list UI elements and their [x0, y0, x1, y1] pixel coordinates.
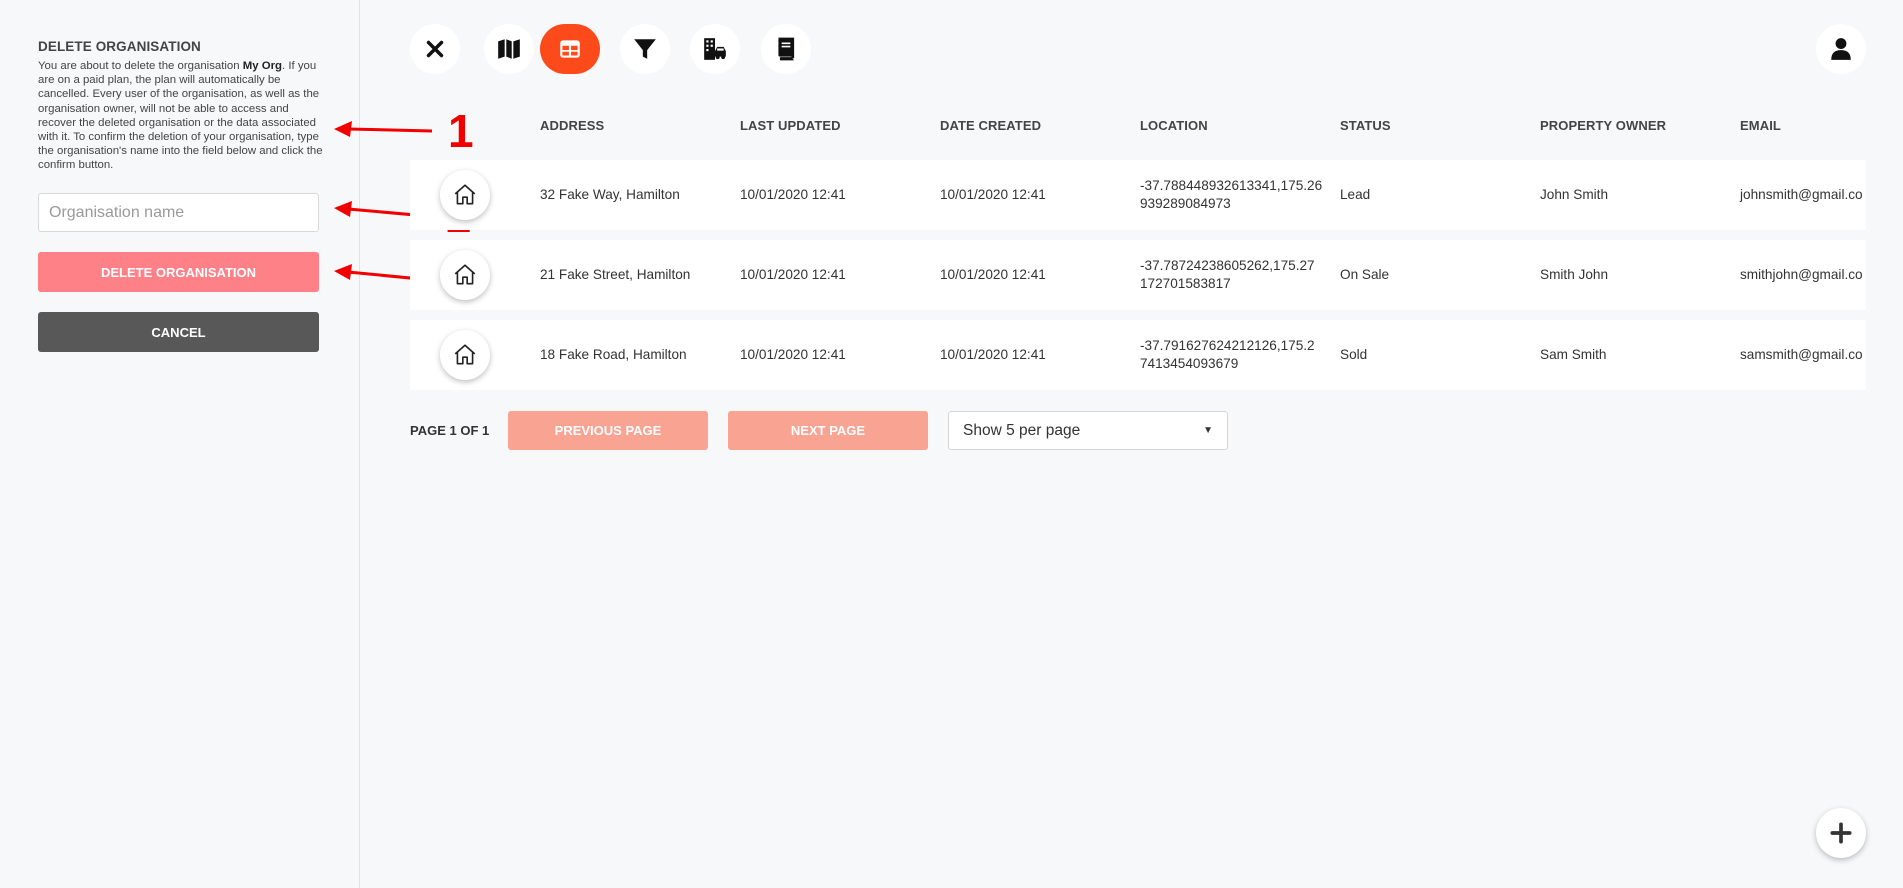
plus-icon — [1830, 822, 1852, 844]
cancel-button[interactable]: CANCEL — [38, 312, 319, 352]
map-icon — [498, 39, 520, 59]
building-car-icon — [704, 38, 726, 60]
column-header-email[interactable]: EMAIL — [1740, 118, 1781, 133]
column-header-date-created[interactable]: DATE CREATED — [940, 118, 1041, 133]
cell-email: smithjohn@gmail.co — [1740, 267, 1863, 282]
profile-button[interactable] — [1816, 24, 1866, 74]
cell-address: 32 Fake Way, Hamilton — [540, 187, 680, 202]
cell-location: -37.788448932613341,175.26 939289084973 — [1140, 177, 1322, 213]
column-header-location[interactable]: LOCATION — [1140, 118, 1208, 133]
cell-date-created: 10/01/2020 12:41 — [940, 187, 1046, 202]
per-page-select[interactable]: Show 5 per page ▼ — [948, 411, 1228, 450]
cell-last-updated: 10/01/2020 12:41 — [740, 347, 846, 362]
cell-owner: John Smith — [1540, 187, 1609, 202]
cell-owner: Sam Smith — [1540, 347, 1607, 362]
location-line-1: -37.78724238605262,175.27 — [1140, 258, 1315, 273]
cell-address: 21 Fake Street, Hamilton — [540, 267, 691, 282]
map-view-button[interactable] — [484, 24, 534, 74]
cell-location: -37.78724238605262,175.27 172701583817 — [1140, 257, 1315, 293]
cell-address: 18 Fake Road, Hamilton — [540, 347, 687, 362]
column-header-status[interactable]: STATUS — [1340, 118, 1391, 133]
filter-button[interactable] — [620, 24, 670, 74]
location-line-2: 939289084973 — [1140, 196, 1231, 211]
cell-status: On Sale — [1340, 267, 1390, 282]
table-row[interactable]: 21 Fake Street, Hamilton 10/01/2020 12:4… — [410, 240, 1866, 310]
cell-last-updated: 10/01/2020 12:41 — [740, 187, 846, 202]
annotation-number-1: 1 — [448, 105, 474, 157]
property-home-button[interactable] — [440, 330, 490, 380]
chevron-down-icon: ▼ — [1203, 425, 1213, 436]
panel-title: DELETE ORGANISATION — [38, 39, 201, 54]
home-icon — [454, 344, 476, 365]
book-icon — [778, 37, 795, 61]
location-line-2: 7413454093679 — [1140, 356, 1239, 371]
home-icon — [454, 264, 476, 285]
cell-owner: Smith John — [1540, 267, 1609, 282]
cell-email: samsmith@gmail.co — [1740, 347, 1863, 362]
column-header-property-owner[interactable]: PROPERTY OWNER — [1540, 118, 1666, 133]
table-row[interactable]: 18 Fake Road, Hamilton 10/01/2020 12:41 … — [410, 320, 1866, 390]
cell-date-created: 10/01/2020 12:41 — [940, 267, 1046, 282]
cell-last-updated: 10/01/2020 12:41 — [740, 267, 846, 282]
organisation-name: My Org — [242, 60, 283, 72]
property-home-button[interactable] — [440, 170, 490, 220]
table-view-button[interactable] — [540, 24, 600, 74]
column-header-last-updated[interactable]: LAST UPDATED — [740, 118, 841, 133]
description-start: You are about to delete the organisation — [38, 60, 243, 72]
location-line-2: 172701583817 — [1140, 276, 1231, 291]
panel-description: You are about to delete the organisation… — [38, 59, 323, 173]
property-home-button[interactable] — [440, 250, 490, 300]
close-icon — [426, 40, 444, 58]
table-icon — [560, 40, 580, 58]
column-header-address[interactable]: ADDRESS — [540, 118, 604, 133]
properties-button[interactable] — [690, 24, 740, 74]
location-line-1: -37.791627624212126,175.2 — [1140, 338, 1315, 353]
home-icon — [454, 184, 476, 205]
cell-date-created: 10/01/2020 12:41 — [940, 347, 1046, 362]
filter-icon — [634, 39, 656, 59]
page-indicator: PAGE 1 OF 1 — [410, 423, 490, 438]
guide-button[interactable] — [761, 24, 811, 74]
organisation-name-input[interactable] — [38, 193, 319, 232]
cell-status: Sold — [1340, 347, 1368, 362]
next-page-button[interactable]: NEXT PAGE — [728, 411, 928, 450]
description-end: . If you are on a paid plan, the plan wi… — [38, 60, 323, 172]
user-icon — [1831, 38, 1851, 60]
per-page-value: Show 5 per page — [963, 421, 1081, 439]
add-property-button[interactable] — [1816, 808, 1866, 858]
cell-email: johnsmith@gmail.co — [1740, 187, 1863, 202]
cell-status: Lead — [1340, 187, 1371, 202]
location-line-1: -37.788448932613341,175.26 — [1140, 178, 1323, 193]
delete-organisation-panel: DELETE ORGANISATION You are about to del… — [0, 0, 360, 888]
previous-page-button[interactable]: PREVIOUS PAGE — [508, 411, 708, 450]
table-row[interactable]: 32 Fake Way, Hamilton 10/01/2020 12:41 1… — [410, 160, 1866, 230]
delete-organisation-button[interactable]: DELETE ORGANISATION — [38, 252, 319, 292]
close-button[interactable] — [410, 24, 460, 74]
cell-location: -37.791627624212126,175.2 7413454093679 — [1140, 337, 1315, 373]
